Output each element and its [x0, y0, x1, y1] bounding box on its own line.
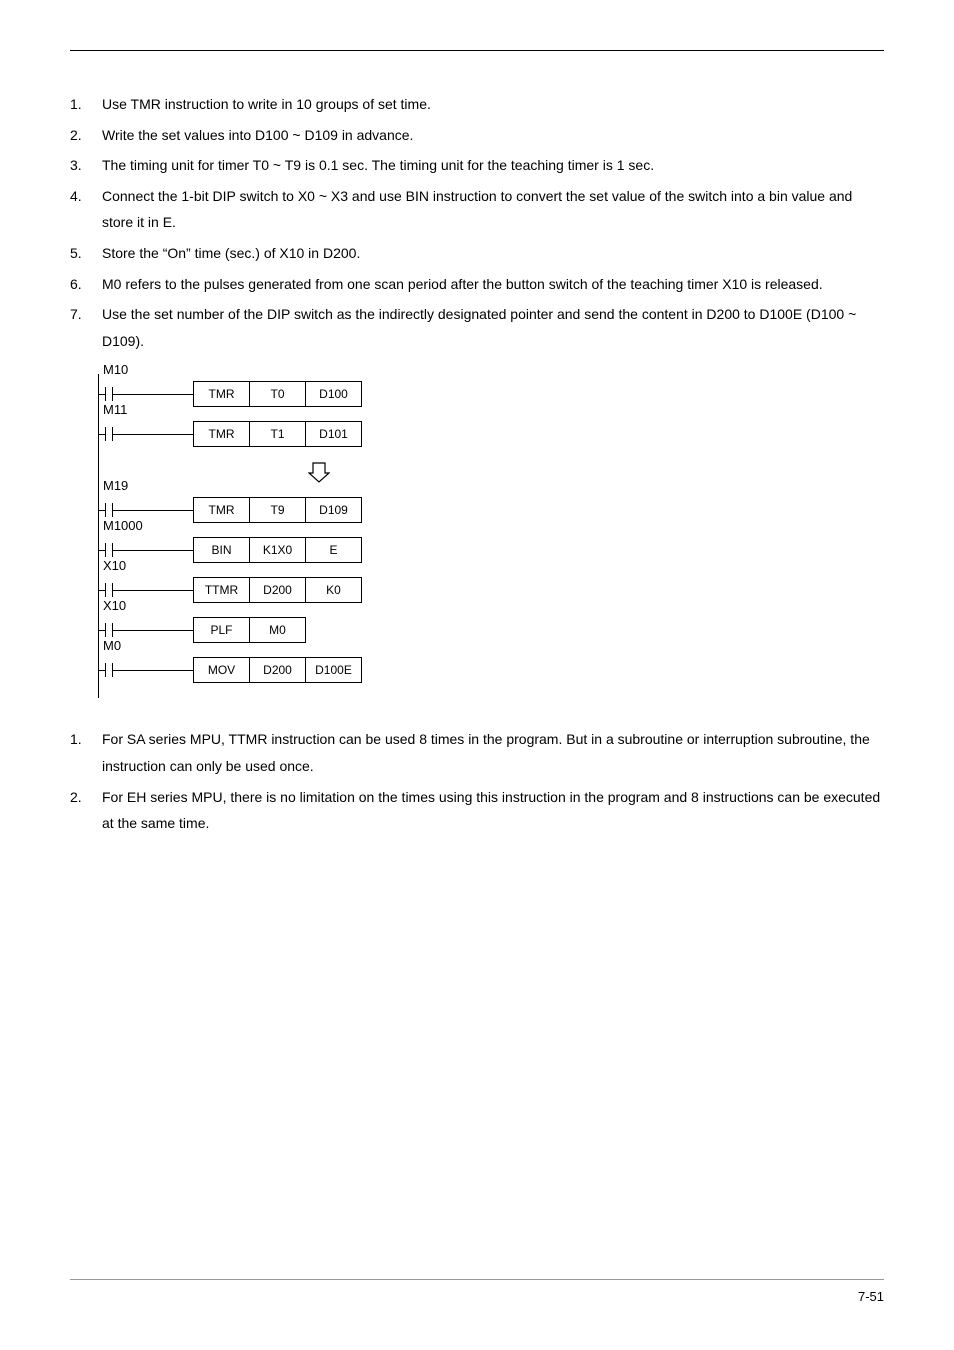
- list-item: 7. Use the set number of the DIP switch …: [70, 301, 884, 354]
- instruction-box: PLF M0: [193, 617, 306, 643]
- wire: [113, 590, 193, 591]
- wire: [113, 550, 193, 551]
- contact-label: M0: [103, 634, 121, 659]
- opcode: PLF: [194, 618, 250, 642]
- ladder-diagram: M10 TMR T0 D100 M11 TMR T1 D101 M19 TMR: [98, 374, 884, 698]
- txt: Use TMR instruction to write in 10 group…: [102, 91, 884, 118]
- list-item: 1. Use TMR instruction to write in 10 gr…: [70, 91, 884, 118]
- rung: M11 TMR T1 D101: [98, 414, 884, 454]
- operand: E: [306, 538, 361, 562]
- opcode: BIN: [194, 538, 250, 562]
- bottom-rule: [70, 1279, 884, 1280]
- txt: M0 refers to the pulses generated from o…: [102, 271, 884, 298]
- num: 2.: [70, 784, 102, 837]
- operand: D200: [250, 578, 306, 602]
- instruction-box: BIN K1X0 E: [193, 537, 362, 563]
- num: 4.: [70, 183, 102, 236]
- num: 3.: [70, 152, 102, 179]
- numbered-list-1: 1. Use TMR instruction to write in 10 gr…: [70, 91, 884, 354]
- list-item: 2. Write the set values into D100 ~ D109…: [70, 122, 884, 149]
- num: 1.: [70, 726, 102, 779]
- rung: X10 TTMR D200 K0: [98, 570, 884, 610]
- txt: For EH series MPU, there is no limitatio…: [102, 784, 884, 837]
- operand: K1X0: [250, 538, 306, 562]
- instruction-box: TMR T1 D101: [193, 421, 362, 447]
- txt: Use the set number of the DIP switch as …: [102, 301, 884, 354]
- wire: [113, 394, 193, 395]
- continuation: [98, 454, 439, 490]
- rung: X10 PLF M0: [98, 610, 884, 650]
- wire: [113, 434, 193, 435]
- operand: D200: [250, 658, 306, 682]
- list-item: 4. Connect the 1-bit DIP switch to X0 ~ …: [70, 183, 884, 236]
- txt: Store the “On” time (sec.) of X10 in D20…: [102, 240, 884, 267]
- contact-label: X10: [103, 554, 126, 579]
- txt: Connect the 1-bit DIP switch to X0 ~ X3 …: [102, 183, 884, 236]
- operand: D100E: [306, 658, 361, 682]
- txt: The timing unit for timer T0 ~ T9 is 0.1…: [102, 152, 884, 179]
- list-item: 3. The timing unit for timer T0 ~ T9 is …: [70, 152, 884, 179]
- num: 1.: [70, 91, 102, 118]
- instruction-box: TMR T9 D109: [193, 497, 362, 523]
- list-item: 6. M0 refers to the pulses generated fro…: [70, 271, 884, 298]
- top-rule: [70, 50, 884, 51]
- numbered-list-2: 1. For SA series MPU, TTMR instruction c…: [70, 726, 884, 836]
- list-item: 2. For EH series MPU, there is no limita…: [70, 784, 884, 837]
- operand: D101: [306, 422, 361, 446]
- down-arrow-icon: [308, 461, 330, 483]
- operand: D109: [306, 498, 361, 522]
- list-item: 5. Store the “On” time (sec.) of X10 in …: [70, 240, 884, 267]
- contact-label: X10: [103, 594, 126, 619]
- instruction-box: TMR T0 D100: [193, 381, 362, 407]
- list-item: 1. For SA series MPU, TTMR instruction c…: [70, 726, 884, 779]
- wire: [113, 630, 193, 631]
- operand: M0: [250, 618, 305, 642]
- opcode: TMR: [194, 498, 250, 522]
- instruction-box: TTMR D200 K0: [193, 577, 362, 603]
- operand: T9: [250, 498, 306, 522]
- wire: [113, 670, 193, 671]
- rung: M19 TMR T9 D109: [98, 490, 884, 530]
- opcode: TMR: [194, 422, 250, 446]
- txt: For SA series MPU, TTMR instruction can …: [102, 726, 884, 779]
- instruction-box: MOV D200 D100E: [193, 657, 362, 683]
- rung: M1000 BIN K1X0 E: [98, 530, 884, 570]
- contact-label: M1000: [103, 514, 143, 539]
- rung: M0 MOV D200 D100E: [98, 650, 884, 690]
- opcode: TTMR: [194, 578, 250, 602]
- page-number: 7-51: [858, 1285, 884, 1310]
- contact-label: M19: [103, 474, 128, 499]
- operand: T1: [250, 422, 306, 446]
- num: 5.: [70, 240, 102, 267]
- rung: M10 TMR T0 D100: [98, 374, 884, 414]
- operand: T0: [250, 382, 306, 406]
- opcode: MOV: [194, 658, 250, 682]
- no-contact-icon: [105, 427, 113, 441]
- wire: [113, 510, 193, 511]
- operand: K0: [306, 578, 361, 602]
- num: 2.: [70, 122, 102, 149]
- operand: D100: [306, 382, 361, 406]
- no-contact-icon: [105, 663, 113, 677]
- opcode: TMR: [194, 382, 250, 406]
- num: 7.: [70, 301, 102, 354]
- num: 6.: [70, 271, 102, 298]
- contact-label: M10: [103, 358, 128, 383]
- contact-label: M11: [103, 398, 127, 423]
- txt: Write the set values into D100 ~ D109 in…: [102, 122, 884, 149]
